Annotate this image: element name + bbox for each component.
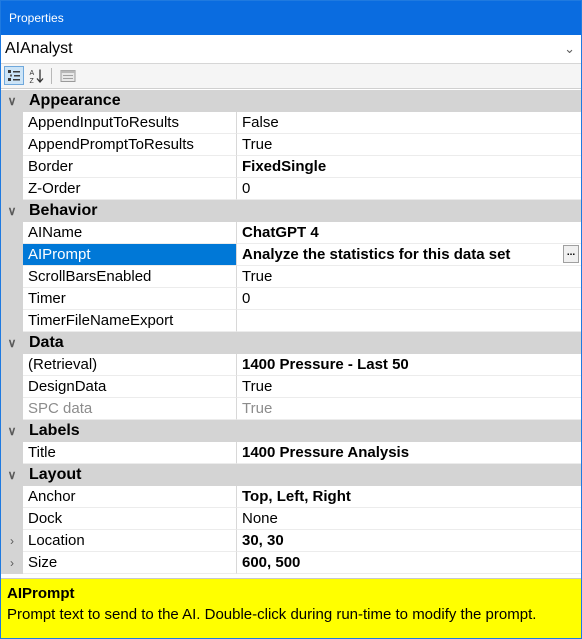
property-name: AppendInputToResults — [23, 112, 237, 134]
object-selector[interactable]: AIAnalyst ⌄ — [1, 35, 581, 64]
property-pages-button[interactable] — [58, 66, 78, 85]
property-value[interactable]: 0 — [237, 178, 581, 200]
property-value[interactable]: True — [237, 134, 581, 156]
description-panel: AIPrompt Prompt text to send to the AI. … — [1, 578, 581, 638]
property-name: Location — [23, 530, 237, 552]
property-row[interactable]: Title 1400 Pressure Analysis — [1, 442, 581, 464]
property-value[interactable]: 1400 Pressure Analysis — [237, 442, 581, 464]
property-name: DesignData — [23, 376, 237, 398]
property-row[interactable]: › Location 30, 30 — [1, 530, 581, 552]
property-value[interactable]: 1400 Pressure - Last 50 — [237, 354, 581, 376]
category-label: Labels — [29, 422, 80, 439]
property-row[interactable]: Dock None — [1, 508, 581, 530]
property-value[interactable]: Analyze the statistics for this data set… — [237, 244, 581, 266]
category-label: Data — [29, 334, 64, 351]
property-name: Dock — [23, 508, 237, 530]
property-value[interactable]: 0 — [237, 288, 581, 310]
property-value[interactable]: False — [237, 112, 581, 134]
categorized-icon — [8, 69, 20, 81]
category-label: Behavior — [29, 202, 98, 219]
property-name: Z-Order — [23, 178, 237, 200]
property-row[interactable]: › Size 600, 500 — [1, 552, 581, 574]
property-row-readonly[interactable]: SPC data True — [1, 398, 581, 420]
property-row[interactable]: Z-Order 0 — [1, 178, 581, 200]
collapse-chevron-icon[interactable]: ∨ — [1, 420, 23, 442]
property-value[interactable]: True — [237, 376, 581, 398]
collapse-chevron-icon[interactable]: ∨ — [1, 332, 23, 354]
property-row[interactable]: ScrollBarsEnabled True — [1, 266, 581, 288]
category-appearance[interactable]: ∨ Appearance — [1, 90, 581, 112]
property-row[interactable]: AIName ChatGPT 4 — [1, 222, 581, 244]
property-value[interactable]: None — [237, 508, 581, 530]
toolbar-separator — [51, 68, 52, 84]
property-name: Size — [23, 552, 237, 574]
toolbar: A Z — [1, 64, 581, 89]
property-row[interactable]: Border FixedSingle — [1, 156, 581, 178]
property-row[interactable]: AppendInputToResults False — [1, 112, 581, 134]
description-title: AIPrompt — [7, 585, 75, 602]
property-name: SPC data — [23, 398, 237, 420]
property-name: AIName — [23, 222, 237, 244]
property-name: TimerFileNameExport — [23, 310, 237, 332]
alphabetical-button[interactable]: A Z — [27, 66, 47, 85]
property-row[interactable]: DesignData True — [1, 376, 581, 398]
category-labels[interactable]: ∨ Labels — [1, 420, 581, 442]
property-value[interactable] — [237, 310, 581, 332]
category-layout[interactable]: ∨ Layout — [1, 464, 581, 486]
property-row[interactable]: Anchor Top, Left, Right — [1, 486, 581, 508]
description-text: Prompt text to send to the AI. Double-cl… — [7, 606, 537, 623]
sort-az-icon: A Z — [30, 69, 44, 84]
property-value[interactable]: ChatGPT 4 — [237, 222, 581, 244]
category-label: Layout — [29, 466, 82, 483]
property-name: ScrollBarsEnabled — [23, 266, 237, 288]
property-name: AIPrompt — [23, 244, 237, 266]
property-name: (Retrieval) — [23, 354, 237, 376]
property-name: Timer — [23, 288, 237, 310]
ellipsis-button[interactable]: ... — [563, 245, 579, 263]
property-value[interactable]: Top, Left, Right — [237, 486, 581, 508]
collapse-chevron-icon[interactable]: ∨ — [1, 464, 23, 486]
svg-text:Z: Z — [30, 78, 35, 84]
chevron-down-icon[interactable]: ⌄ — [564, 35, 575, 63]
property-row[interactable]: (Retrieval) 1400 Pressure - Last 50 — [1, 354, 581, 376]
svg-text:A: A — [30, 70, 35, 77]
property-name: AppendPromptToResults — [23, 134, 237, 156]
property-value-text: Analyze the statistics for this data set — [242, 246, 511, 263]
property-pages-icon — [60, 69, 76, 82]
properties-window: Properties AIAnalyst ⌄ A Z ∨ Appearance … — [0, 0, 582, 639]
window-title: Properties — [1, 1, 581, 35]
property-row[interactable]: Timer 0 — [1, 288, 581, 310]
collapse-chevron-icon[interactable]: ∨ — [1, 90, 23, 112]
category-label: Appearance — [29, 92, 121, 109]
property-value[interactable]: 600, 500 — [237, 552, 581, 574]
collapse-chevron-icon[interactable]: ∨ — [1, 200, 23, 222]
category-data[interactable]: ∨ Data — [1, 332, 581, 354]
object-selector-value: AIAnalyst — [5, 40, 73, 57]
category-behavior[interactable]: ∨ Behavior — [1, 200, 581, 222]
property-grid: ∨ Appearance AppendInputToResults False … — [1, 90, 581, 577]
property-value[interactable]: True — [237, 266, 581, 288]
property-row[interactable]: TimerFileNameExport — [1, 310, 581, 332]
property-name: Anchor — [23, 486, 237, 508]
property-value[interactable]: 30, 30 — [237, 530, 581, 552]
expand-chevron-icon[interactable]: › — [1, 552, 23, 574]
property-value[interactable]: FixedSingle — [237, 156, 581, 178]
property-name: Title — [23, 442, 237, 464]
property-row-selected[interactable]: AIPrompt Analyze the statistics for this… — [1, 244, 581, 266]
property-row[interactable]: AppendPromptToResults True — [1, 134, 581, 156]
categorized-button[interactable] — [4, 66, 24, 85]
property-name: Border — [23, 156, 237, 178]
property-value: True — [237, 398, 581, 420]
expand-chevron-icon[interactable]: › — [1, 530, 23, 552]
